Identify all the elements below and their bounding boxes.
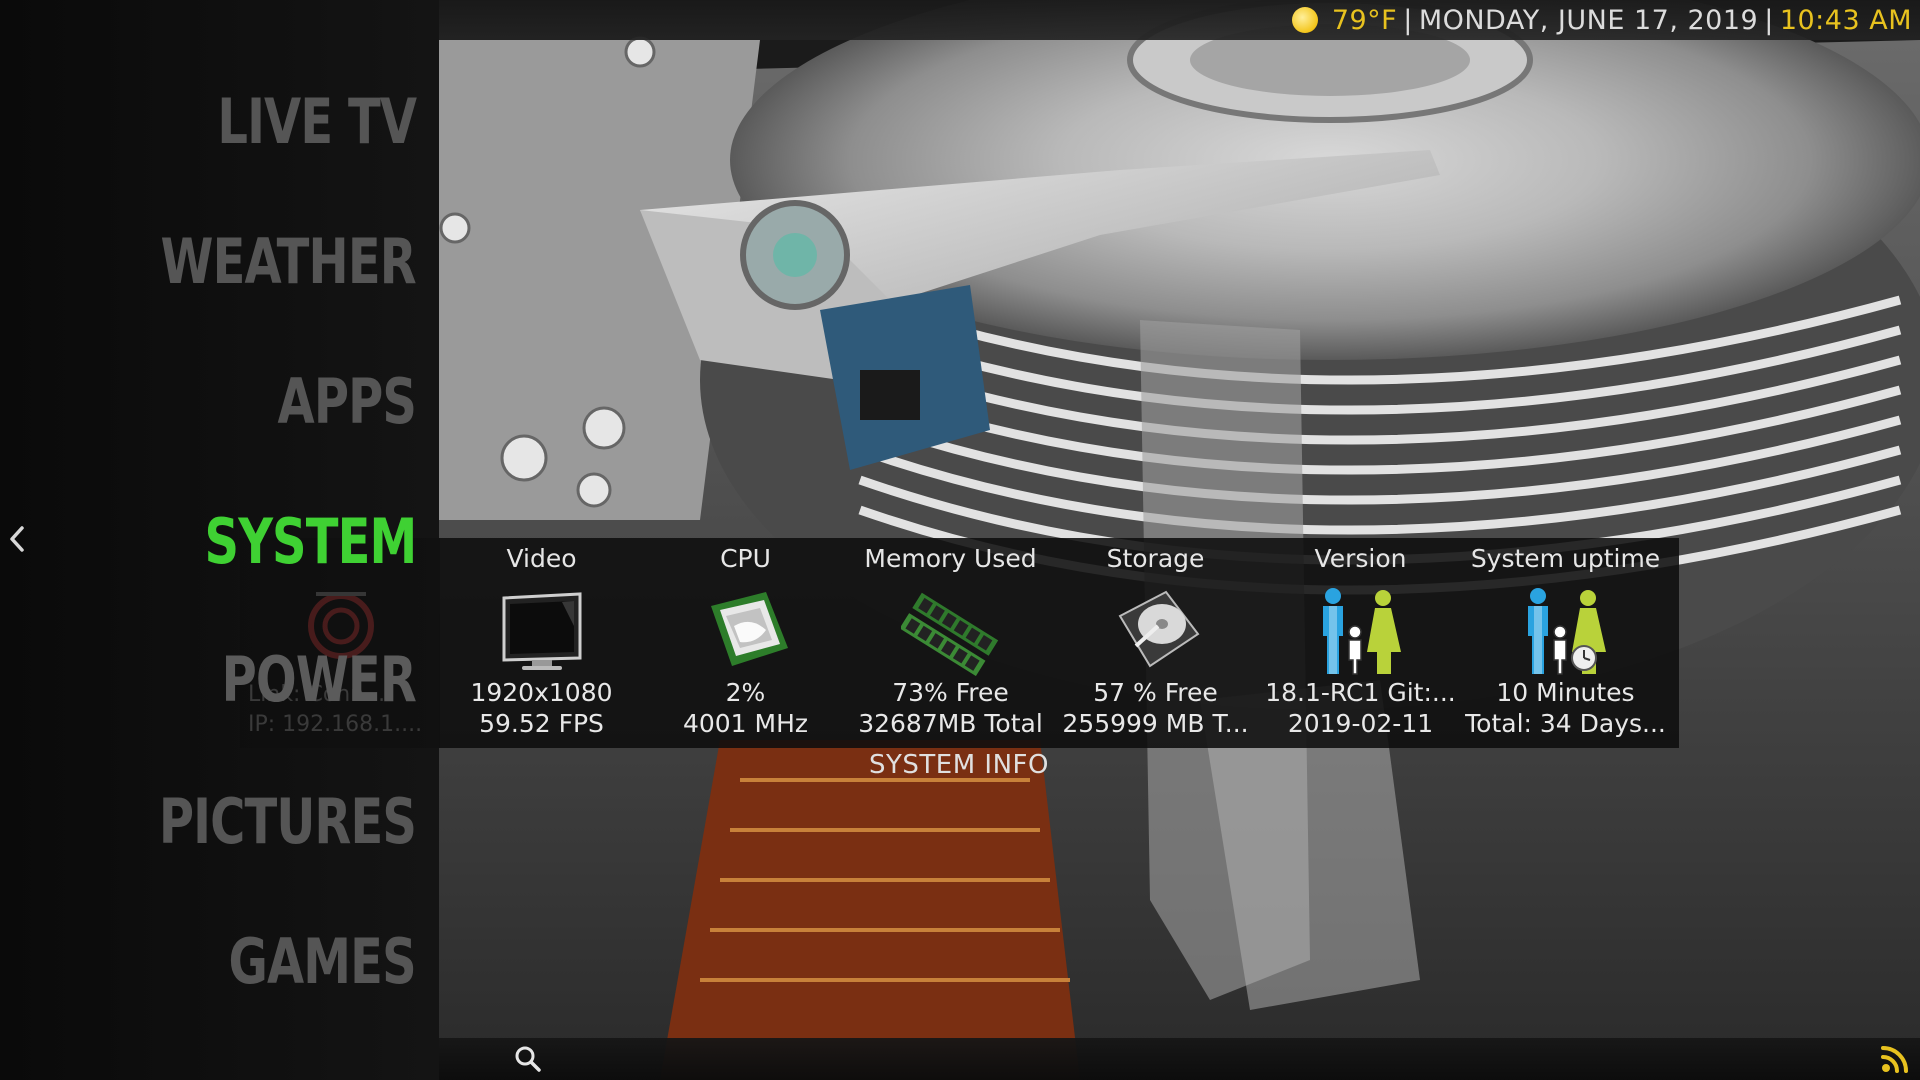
menu-item-apps[interactable]: APPS bbox=[277, 362, 416, 442]
search-icon[interactable] bbox=[514, 1045, 542, 1073]
chevron-left-icon[interactable] bbox=[8, 524, 26, 554]
menu-item-live-tv[interactable]: LIVE TV bbox=[217, 82, 417, 162]
rss-icon[interactable] bbox=[1880, 1042, 1912, 1074]
menu-item-system[interactable]: SYSTEM bbox=[204, 502, 417, 582]
clock-time: 10:43 AM bbox=[1779, 5, 1912, 36]
system-info-panel: Video 1920x1080 59.52 FPS CPU 2% 4001 MH… bbox=[439, 538, 1679, 748]
hard-drive-icon bbox=[1118, 590, 1199, 668]
menu-item-power[interactable]: POWER bbox=[222, 640, 417, 720]
monitor-icon bbox=[502, 592, 581, 670]
info-system-uptime[interactable]: System uptime 10 Minutes Total: 34 Days.… bbox=[1463, 538, 1668, 748]
info-version[interactable]: Version 18.1-RC1 Git:... 2019-02-11 bbox=[1258, 538, 1463, 748]
bottom-bar bbox=[439, 1038, 1920, 1080]
menu-item-pictures[interactable]: PICTURES bbox=[159, 782, 417, 862]
top-status-bar: 79°F | MONDAY, JUNE 17, 2019 | 10:43 AM bbox=[439, 0, 1920, 40]
info-storage[interactable]: Storage 57 % Free 255999 MB T... bbox=[1053, 538, 1258, 748]
family-clock-icon bbox=[1527, 588, 1606, 675]
temperature: 79°F bbox=[1331, 5, 1398, 36]
cpu-chip-icon bbox=[710, 592, 788, 666]
sun-icon bbox=[1291, 7, 1318, 33]
system-info-label: SYSTEM INFO bbox=[869, 750, 1049, 780]
ram-module-icon bbox=[900, 592, 998, 676]
status-info: 79°F | MONDAY, JUNE 17, 2019 | 10:43 AM bbox=[1291, 0, 1912, 42]
date: MONDAY, JUNE 17, 2019 bbox=[1418, 5, 1759, 36]
info-memory[interactable]: Memory Used 73% Free 32687MB Total bbox=[848, 538, 1053, 748]
info-cpu[interactable]: CPU 2% 4001 MHz bbox=[643, 538, 848, 748]
menu-item-games[interactable]: GAMES bbox=[229, 922, 417, 1002]
info-video[interactable]: Video 1920x1080 59.52 FPS bbox=[439, 538, 644, 748]
menu-item-weather[interactable]: WEATHER bbox=[161, 222, 417, 302]
family-icon bbox=[1322, 588, 1401, 675]
